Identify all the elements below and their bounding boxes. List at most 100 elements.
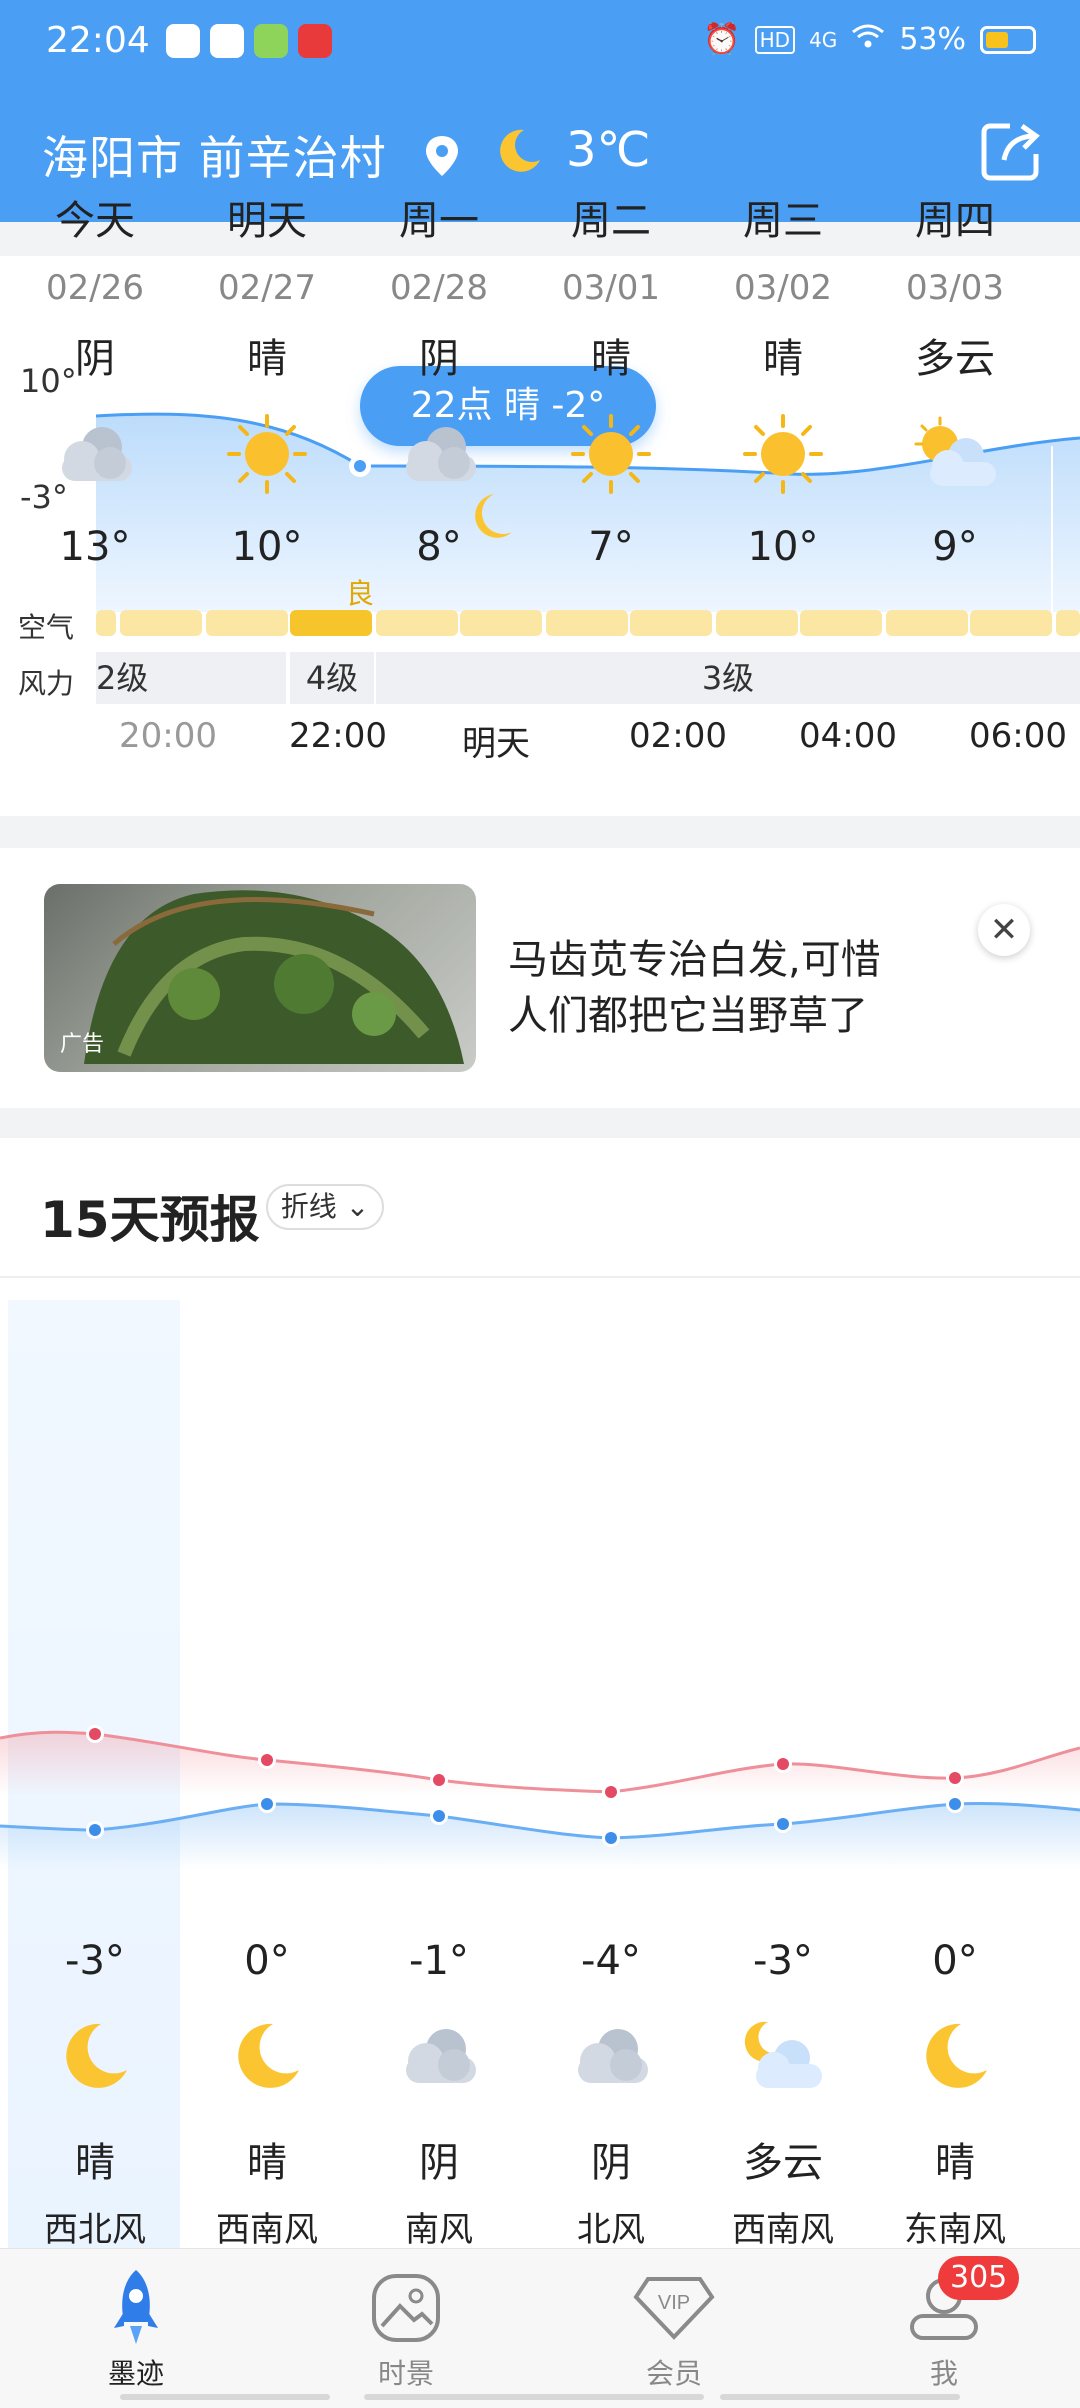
forecast-night-weather: 晴 — [75, 2140, 115, 2186]
hour-label: 04:00 — [799, 716, 897, 756]
chart-mode-label: 折线 — [280, 1190, 337, 1223]
battery-percent: 53% — [899, 22, 966, 57]
hour-label: 02:00 — [629, 716, 727, 756]
aqi-bar — [970, 610, 1052, 636]
sun-icon — [525, 408, 697, 500]
forecast-night-weather: 多云 — [743, 2140, 823, 2186]
moon-icon — [869, 2010, 1041, 2102]
ad-tag: 广告 — [60, 1032, 105, 1057]
moon-icon — [9, 2010, 181, 2102]
forecast-day-weather: 晴 — [763, 336, 803, 382]
wind-segment: 3级 — [376, 652, 1080, 704]
aqi-bar — [630, 610, 712, 636]
forecast-date: 03/01 — [562, 268, 660, 308]
rocket-icon — [56, 2264, 216, 2352]
ad-card[interactable]: 广告 马齿苋专治白发,可惜 人们都把它当野草了 — [0, 848, 1080, 1108]
forecast-wind-direction: 西北风 — [44, 2210, 146, 2250]
forecast-night-block[interactable]: -3°多云西南风3-4级 — [697, 1938, 869, 2283]
forecast-wind-direction: 北风 — [577, 2210, 645, 2250]
flower-app-icon — [254, 24, 288, 58]
aqi-bar — [376, 610, 458, 636]
forecast-night-weather: 阴 — [419, 2140, 459, 2186]
ad-image[interactable]: 广告 — [44, 884, 476, 1072]
moon-icon — [494, 126, 544, 180]
wind-segment: 2级 — [96, 652, 286, 704]
forecast-low-temp: -3° — [753, 1938, 813, 1984]
forecast-low-temp: -3° — [65, 1938, 125, 1984]
forecast-high-temp: 8° — [416, 524, 462, 570]
svg-text:VIP: VIP — [658, 2292, 690, 2314]
aqi-bar — [120, 610, 202, 636]
forecast-day-column[interactable]: 周一 02/28 阴 8° — [353, 188, 525, 570]
forecast-night-block[interactable]: -1°阴南风5-6级 — [353, 1938, 525, 2283]
aqi-highlight-label: 良 — [346, 577, 375, 610]
hd-icon: HD — [754, 25, 796, 54]
aqi-bar — [886, 610, 968, 636]
forecast-high-temp: 10° — [747, 524, 819, 570]
sun-icon — [697, 408, 869, 500]
ad-text-line: 人们都把它当野草了 — [508, 993, 868, 1039]
forecast-wind-direction: 西南风 — [732, 2210, 834, 2250]
ad-text-line: 马齿苋专治白发,可惜 — [508, 937, 881, 983]
forecast-day-label: 今天 — [55, 198, 135, 244]
forecast-night-block[interactable]: -3°晴西北风5-6级 — [9, 1938, 181, 2283]
home-indicator — [120, 2394, 330, 2400]
forecast-day-column[interactable]: 周二 03/01 晴 7° — [525, 188, 697, 570]
forecast-day-column[interactable]: 今天 02/26 阴 13° — [9, 188, 181, 570]
forecast-day-column[interactable]: 周四 03/03 多云 9° — [869, 188, 1041, 570]
forecast-date: 02/26 — [46, 268, 144, 308]
aqi-bar — [716, 610, 798, 636]
location-pin-icon[interactable] — [424, 134, 460, 182]
forecast-night-block[interactable]: 0°晴东南风1级 — [869, 1938, 1041, 2283]
baidu-icon — [210, 24, 244, 58]
home-indicator — [364, 2394, 704, 2400]
forecast-day-weather: 晴 — [247, 336, 287, 382]
status-right: ⏰ HD 4G 53% — [703, 22, 1036, 57]
ad-text[interactable]: 马齿苋专治白发,可惜 人们都把它当野草了 — [508, 932, 978, 1044]
hour-label: 06:00 — [969, 716, 1067, 756]
nav-label: 时景 — [377, 2357, 434, 2390]
status-time: 22:04 — [46, 20, 150, 61]
chevron-down-icon: ⌄ — [336, 1190, 370, 1223]
location-title[interactable]: 海阳市 前辛治村 — [42, 122, 387, 188]
forecast-day-column[interactable]: 明天 02/27 晴 10° — [181, 188, 353, 570]
sun-cloud-icon — [869, 408, 1041, 500]
aqi-bar — [1056, 610, 1080, 636]
share-icon[interactable] — [980, 120, 1042, 186]
forecast-day-label: 明天 — [227, 198, 307, 244]
nav-item-moji[interactable]: 墨迹 — [56, 2264, 216, 2392]
aqi-bar — [206, 610, 288, 636]
forecast-night-block[interactable]: -4°阴北风3-4级 — [525, 1938, 697, 2283]
nav-label: 墨迹 — [107, 2357, 164, 2390]
chart-mode-dropdown[interactable]: 折线 ⌄ — [266, 1184, 384, 1230]
home-indicator — [720, 2394, 960, 2400]
nav-item-shijing[interactable]: 时景 — [326, 2264, 486, 2392]
aqi-bar — [460, 610, 542, 636]
aqi-bar — [96, 610, 116, 636]
hour-label: 22:00 — [289, 716, 387, 756]
forecast-day-column[interactable]: 周三 03/02 晴 10° — [697, 188, 869, 570]
aqi-bar — [800, 610, 882, 636]
forecast-night-block[interactable]: 0°晴西南风5-6级 — [181, 1938, 353, 2283]
forecast-date: 03/02 — [734, 268, 832, 308]
hour-label: 明天 — [462, 724, 530, 764]
forecast-low-temp: 0° — [244, 1938, 290, 1984]
forecast-wind-direction: 西南风 — [216, 2210, 318, 2250]
forecast-night-weather: 阴 — [591, 2140, 631, 2186]
forecast-date: 02/28 — [390, 268, 488, 308]
wind-segment: 4级 — [290, 652, 374, 704]
forecast-day-label: 周四 — [915, 198, 995, 244]
nav-item-vip[interactable]: VIP 会员 — [594, 2264, 754, 2392]
notification-badge: 305 — [938, 2256, 1020, 2300]
nav-label: 会员 — [645, 2357, 702, 2390]
cellular-signal-icon: 4G — [809, 27, 838, 52]
ad-close-button[interactable]: ✕ — [978, 904, 1030, 956]
temperature-trend-lines — [0, 1725, 1080, 1870]
forecast-low-temp: -4° — [581, 1938, 641, 1984]
forecast-night-weather: 晴 — [935, 2140, 975, 2186]
aqi-bar — [546, 610, 628, 636]
forecast-wind-direction: 东南风 — [904, 2210, 1006, 2250]
picture-icon — [326, 2264, 486, 2352]
forecast-high-temp: 13° — [59, 524, 131, 570]
forecast-day-label: 周二 — [571, 198, 651, 244]
